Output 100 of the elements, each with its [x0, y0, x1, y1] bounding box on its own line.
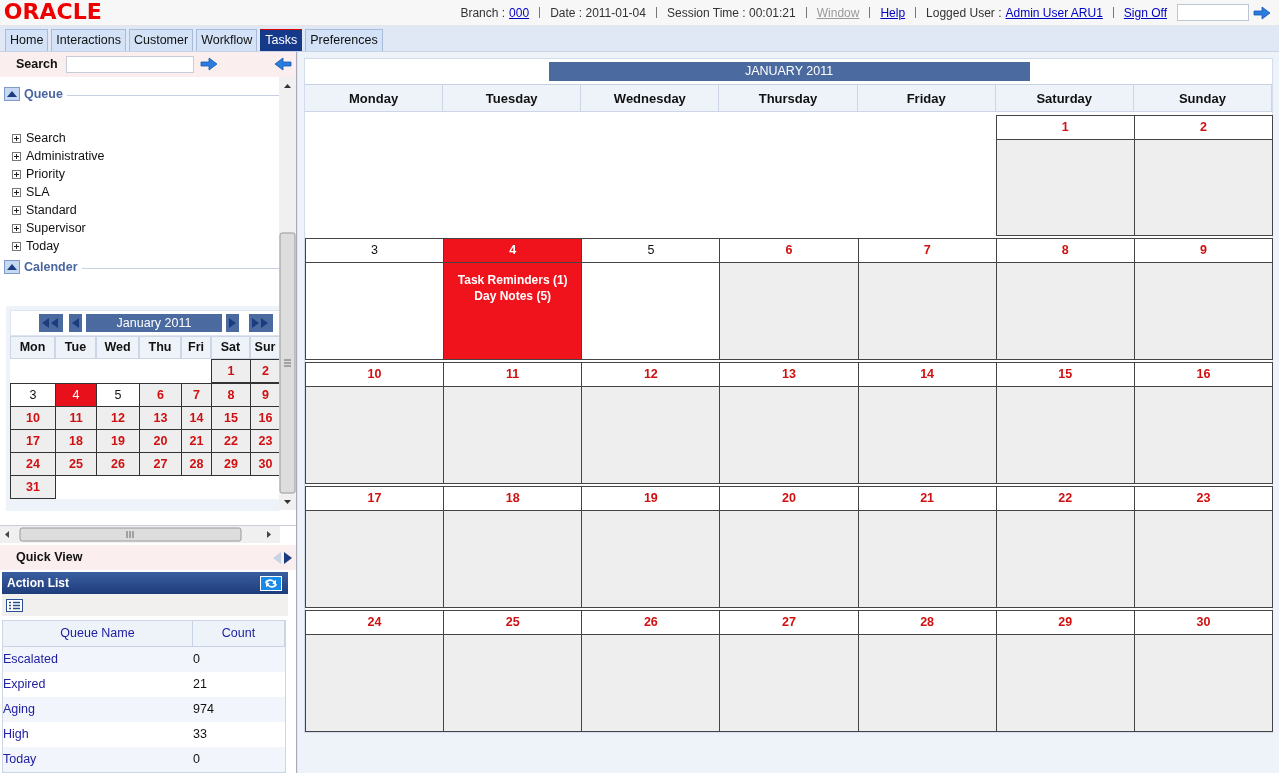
tree-item[interactable]: Today — [26, 237, 60, 257]
day-cell[interactable]: 12 — [96, 406, 140, 431]
day-cell[interactable]: 7 — [857, 238, 997, 360]
day-cell[interactable]: 16 — [1133, 362, 1273, 484]
search-field[interactable] — [65, 55, 194, 73]
day-cell[interactable]: 27 — [139, 452, 182, 477]
collapse-arrow-icon[interactable] — [274, 57, 292, 72]
day-cell[interactable]: 18 — [55, 429, 97, 454]
tab[interactable]: Preferences — [305, 29, 383, 51]
tab[interactable]: Workflow — [196, 29, 258, 51]
up-triangle-icon[interactable] — [7, 264, 17, 271]
day-cell[interactable]: 1 — [995, 115, 1135, 236]
list-view-icon[interactable] — [6, 598, 23, 612]
day-cell[interactable]: 19 — [96, 429, 140, 454]
day-note[interactable]: Day Notes (5) — [474, 288, 552, 304]
header-link[interactable]: 000 — [509, 3, 530, 22]
day-cell[interactable]: 14 — [181, 406, 212, 431]
day-cell[interactable]: 11 — [443, 362, 583, 484]
day-cell[interactable]: 13 — [719, 362, 859, 484]
queue-name[interactable]: Aging — [3, 700, 35, 719]
day-cell[interactable]: 16 — [250, 406, 280, 431]
day-cell[interactable]: 21 — [857, 486, 997, 608]
day-cell[interactable]: 24 — [305, 610, 445, 732]
last-month-button[interactable] — [249, 314, 273, 333]
queue-name[interactable]: Escalated — [3, 650, 58, 669]
day-cell[interactable]: 25 — [55, 452, 97, 477]
day-cell[interactable]: 6 — [139, 383, 182, 408]
day-cell[interactable]: 9 — [1133, 238, 1273, 360]
day-cell[interactable]: 8 — [211, 383, 251, 408]
day-cell[interactable]: 4 — [55, 383, 97, 408]
day-cell[interactable]: 15 — [995, 362, 1135, 484]
collapse-toggle[interactable] — [4, 87, 20, 102]
tree-item[interactable]: Supervisor — [26, 219, 86, 239]
day-cell[interactable]: 10 — [10, 406, 56, 431]
day-cell[interactable]: 8 — [995, 238, 1135, 360]
header-link[interactable]: Admin User ARU1 — [1005, 3, 1103, 22]
day-cell[interactable]: 2 — [250, 359, 280, 384]
day-cell[interactable]: 17 — [10, 429, 56, 454]
tab[interactable]: Interactions — [51, 29, 126, 51]
day-cell[interactable]: 22 — [995, 486, 1135, 608]
previous-month-button[interactable] — [69, 314, 82, 333]
tree-item[interactable]: SLA — [26, 183, 50, 203]
day-cell[interactable]: 10 — [305, 362, 445, 484]
tree-item[interactable]: Administrative — [26, 147, 105, 167]
day-cell[interactable]: 3 — [305, 238, 445, 360]
horizontal-scrollbar[interactable] — [0, 526, 280, 544]
day-cell[interactable]: 4 Task Reminders (1) Day Notes (5) — [443, 238, 583, 360]
day-cell[interactable]: 26 — [581, 610, 721, 732]
expand-icon[interactable] — [12, 134, 21, 144]
day-cell[interactable]: 22 — [211, 429, 251, 454]
day-cell[interactable]: 13 — [139, 406, 182, 431]
day-cell[interactable]: 14 — [857, 362, 997, 484]
day-cell[interactable]: 23 — [1133, 486, 1273, 608]
day-cell[interactable]: 20 — [719, 486, 859, 608]
day-cell[interactable]: 26 — [96, 452, 140, 477]
next-arrow-icon[interactable] — [284, 551, 292, 564]
collapse-toggle[interactable] — [4, 260, 20, 275]
day-note[interactable]: Task Reminders (1) — [457, 272, 568, 288]
expand-icon[interactable] — [12, 152, 21, 162]
tree-item[interactable]: Search — [26, 129, 66, 149]
tree-item[interactable]: Priority — [26, 165, 65, 185]
tab[interactable]: Tasks — [260, 29, 303, 51]
next-month-button[interactable] — [226, 314, 239, 333]
day-cell[interactable]: 28 — [857, 610, 997, 732]
day-cell[interactable]: 19 — [581, 486, 721, 608]
go-arrow-icon[interactable] — [199, 57, 218, 72]
expand-icon[interactable] — [12, 206, 21, 216]
header-search-field[interactable] — [1177, 4, 1249, 21]
header-link[interactable]: Sign Off — [1123, 3, 1167, 22]
tab[interactable]: Home — [5, 29, 49, 51]
day-cell[interactable]: 28 — [181, 452, 212, 477]
day-cell[interactable]: 24 — [10, 452, 56, 477]
day-cell[interactable]: 18 — [443, 486, 583, 608]
day-cell[interactable]: 20 — [139, 429, 182, 454]
day-cell[interactable]: 3 — [10, 383, 56, 408]
day-cell[interactable]: 17 — [305, 486, 445, 608]
day-cell[interactable]: 15 — [211, 406, 251, 431]
day-cell[interactable]: 21 — [181, 429, 212, 454]
day-cell[interactable]: 27 — [719, 610, 859, 732]
expand-icon[interactable] — [12, 242, 21, 252]
day-cell[interactable]: 11 — [55, 406, 97, 431]
queue-name[interactable]: Today — [3, 750, 37, 769]
vertical-scrollbar[interactable] — [279, 76, 296, 510]
day-cell[interactable]: 12 — [581, 362, 721, 484]
go-arrow-icon[interactable] — [1253, 5, 1271, 20]
queue-name[interactable]: Expired — [3, 675, 46, 694]
day-cell[interactable]: 29 — [211, 452, 251, 477]
first-month-button[interactable] — [39, 314, 63, 333]
day-cell[interactable]: 29 — [995, 610, 1135, 732]
refresh-icon[interactable] — [260, 575, 282, 591]
day-cell[interactable]: 23 — [250, 429, 280, 454]
tree-item[interactable]: Standard — [26, 201, 77, 221]
day-cell[interactable]: 6 — [719, 238, 859, 360]
day-cell[interactable]: 2 — [1133, 115, 1273, 236]
day-cell[interactable]: 7 — [181, 383, 212, 408]
day-cell[interactable]: 25 — [443, 610, 583, 732]
day-cell[interactable]: 31 — [10, 475, 56, 500]
header-link[interactable]: Help — [880, 3, 906, 22]
tab[interactable]: Customer — [128, 29, 194, 51]
day-cell[interactable]: 9 — [250, 383, 280, 408]
